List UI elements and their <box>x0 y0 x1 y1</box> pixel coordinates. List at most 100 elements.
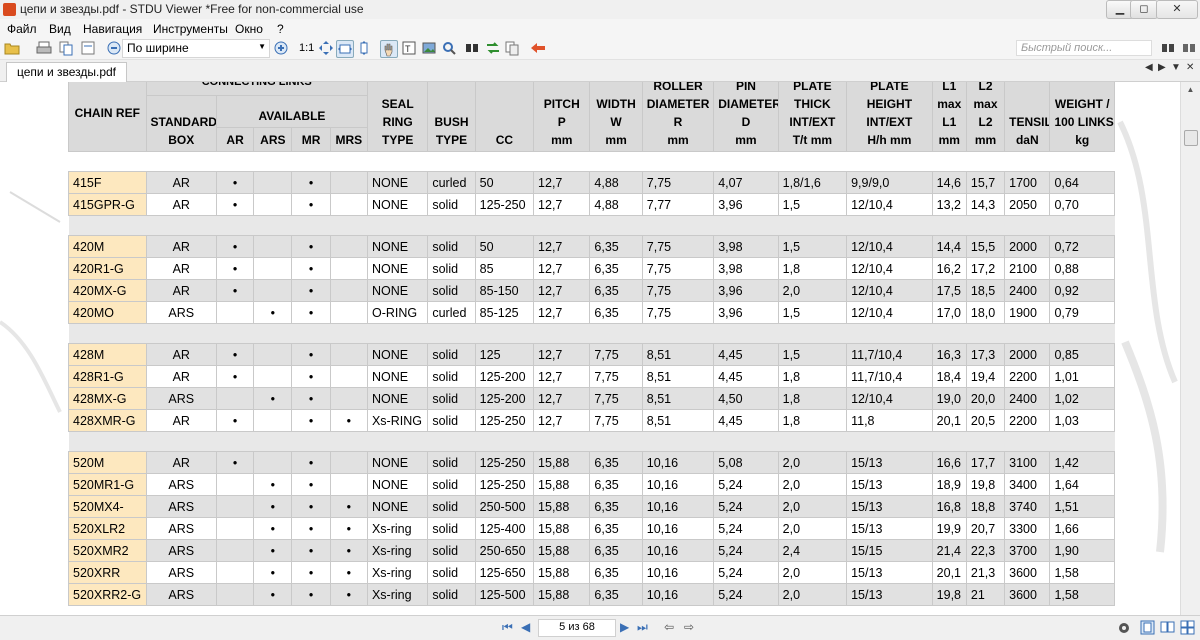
table-cell: 6,35 <box>589 473 643 496</box>
table-cell: ARS <box>145 539 217 562</box>
table-cell: 12/10,4 <box>846 301 933 324</box>
table-cell: 2,0 <box>777 561 848 584</box>
table-cell: NONE <box>366 279 429 302</box>
single-page-view-icon[interactable] <box>1140 620 1155 635</box>
close-button[interactable]: ✕ <box>1156 0 1198 19</box>
tab-close-icon[interactable]: ✕ <box>1186 62 1194 73</box>
table-cell: • <box>329 409 368 432</box>
table-cell <box>329 193 368 216</box>
actual-size-button[interactable]: 1:1 <box>299 40 315 56</box>
settings-gear-icon[interactable] <box>1117 621 1131 635</box>
table-cell: 85-125 <box>474 301 535 324</box>
document-tab[interactable]: цепи и звезды.pdf <box>6 62 128 82</box>
menu-view[interactable]: Вид <box>49 22 71 36</box>
quick-search-input[interactable]: Быстрый поиск... <box>1016 40 1152 56</box>
table-cell <box>215 539 255 562</box>
find-icon[interactable] <box>464 40 480 56</box>
table-cell: 12,7 <box>533 279 591 302</box>
zoom-out-icon[interactable] <box>106 40 122 56</box>
table-body: 415F AR • • NONE curled 50 12,7 4,88 7,75 4,07 1,8/… <box>68 151 1115 606</box>
table-cell: 6,35 <box>589 561 643 584</box>
zoom-in-icon[interactable] <box>273 40 289 56</box>
copy-page-icon[interactable] <box>58 40 74 56</box>
menu-window[interactable]: Окно <box>235 22 263 36</box>
history-back-button[interactable]: ⇦ <box>664 620 674 634</box>
table-cell: AR <box>145 193 217 216</box>
table-cell: 12,7 <box>533 365 591 388</box>
table-cell: 1700 <box>1004 171 1051 194</box>
table-cell: 20,5 <box>965 409 1006 432</box>
table-cell: • <box>291 301 331 324</box>
zoom-select[interactable]: По ширине ▼ <box>122 39 270 58</box>
search-binoculars-icon[interactable] <box>1160 40 1176 56</box>
vertical-scrollbar[interactable]: ▲ <box>1180 82 1200 615</box>
chain-ref-cell: 520XRR <box>68 561 147 584</box>
two-page-view-icon[interactable] <box>1160 620 1175 635</box>
table-cell: solid <box>427 539 476 562</box>
bookmark-arrow-icon[interactable] <box>530 40 546 56</box>
search-options-icon[interactable] <box>1181 40 1197 56</box>
tab-strip: цепи и звезды.pdf ◀ ▶ ▼ ✕ <box>0 60 1200 82</box>
table-cell: 12,7 <box>533 387 591 410</box>
menu-file[interactable]: Файл <box>7 22 37 36</box>
table-cell: 3100 <box>1004 451 1051 474</box>
maximize-button[interactable]: ◻ <box>1130 0 1158 19</box>
select-text-icon[interactable]: T <box>401 40 417 56</box>
print-icon[interactable] <box>36 40 52 56</box>
menu-tools[interactable]: Инструменты <box>153 22 228 36</box>
table-row: 520XMR2 ARS • • • Xs-ring solid 250-650 15,88 6,3… <box>68 539 1115 562</box>
select-image-icon[interactable] <box>421 40 437 56</box>
table-cell: 7,75 <box>641 171 715 194</box>
table-cell: AR <box>145 235 217 258</box>
first-page-button[interactable]: ⏮ <box>502 620 513 635</box>
table-cell: 12,7 <box>533 171 591 194</box>
next-page-button[interactable]: ▶ <box>620 620 629 634</box>
table-cell: 2400 <box>1004 387 1051 410</box>
tab-list-icon[interactable]: ▼ <box>1171 62 1181 73</box>
page-layout-icon[interactable] <box>80 40 96 56</box>
fit-height-icon[interactable] <box>356 40 372 56</box>
menu-navigation[interactable]: Навигация <box>83 22 142 36</box>
document-view[interactable]: CHAIN REF CONNECTING LINKS SEAL RING TYPE … <box>0 82 1180 615</box>
table-cell: 4,50 <box>713 387 779 410</box>
table-cell: 3700 <box>1004 539 1051 562</box>
scroll-up-icon[interactable]: ▲ <box>1184 85 1197 98</box>
table-cell: 5,24 <box>713 561 779 584</box>
page-indicator[interactable]: 5 из 68 <box>538 619 616 637</box>
tab-next-icon[interactable]: ▶ <box>1158 62 1166 73</box>
last-page-button[interactable]: ⏭ <box>637 620 648 635</box>
history-forward-button[interactable]: ⇨ <box>684 620 694 634</box>
table-cell: • <box>215 343 255 366</box>
table-cell: 14,4 <box>931 235 967 258</box>
table-cell: Xs-ring <box>366 539 429 562</box>
table-cell: 17,0 <box>931 301 967 324</box>
table-cell: 15,7 <box>965 171 1006 194</box>
col-pin-diameter: PIN DIAMETER Dmm <box>713 82 779 152</box>
prev-page-button[interactable]: ◀ <box>521 620 530 634</box>
table-cell <box>329 301 368 324</box>
open-folder-icon[interactable] <box>4 40 20 56</box>
table-cell <box>215 583 255 606</box>
table-cell: Xs-ring <box>366 517 429 540</box>
table-cell: • <box>215 257 255 280</box>
chain-ref-cell: 420M <box>68 235 147 258</box>
table-cell: • <box>291 539 331 562</box>
table-cell: 7,75 <box>641 279 715 302</box>
table-cell: 15,88 <box>533 539 591 562</box>
swap-arrows-icon[interactable] <box>485 40 501 56</box>
tab-prev-icon[interactable]: ◀ <box>1145 62 1153 73</box>
fit-page-icon[interactable] <box>318 40 334 56</box>
table-cell: 20,0 <box>965 387 1006 410</box>
menu-help[interactable]: ? <box>277 22 284 36</box>
pages-icon[interactable] <box>504 40 520 56</box>
table-cell: 125-650 <box>474 561 535 584</box>
table-cell: 5,24 <box>713 583 779 606</box>
table-cell: • <box>291 193 331 216</box>
table-cell: • <box>291 343 331 366</box>
hand-tool-icon[interactable] <box>380 40 398 58</box>
snapshot-icon[interactable] <box>441 40 457 56</box>
table-cell: solid <box>427 561 476 584</box>
fit-width-icon[interactable] <box>336 40 354 58</box>
grid-view-icon[interactable] <box>1180 620 1195 635</box>
scroll-thumb[interactable] <box>1184 130 1198 146</box>
